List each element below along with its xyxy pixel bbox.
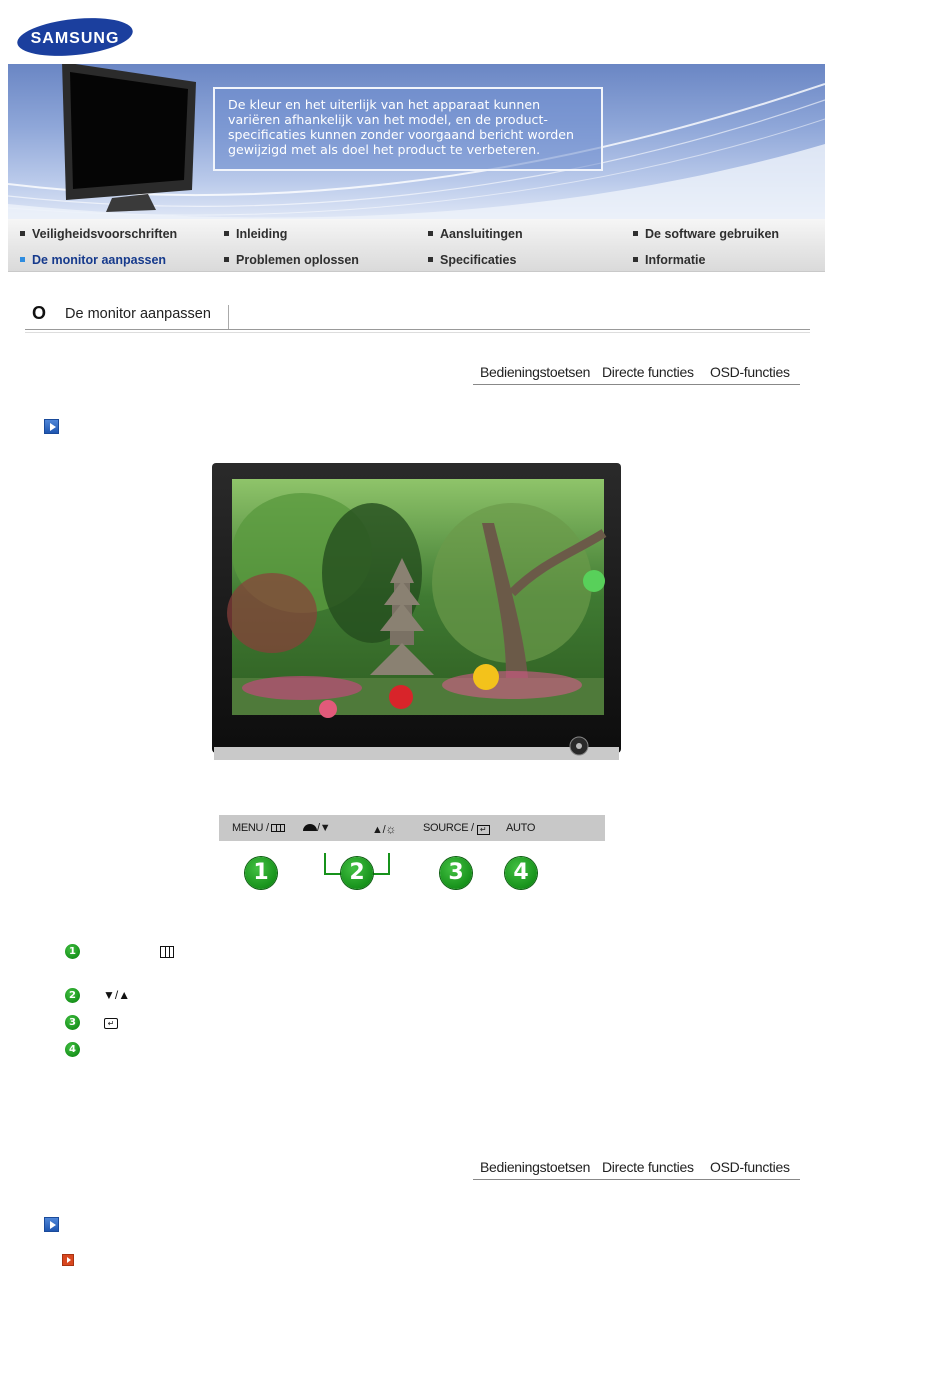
section-arrow-icon <box>44 419 59 434</box>
nav-label: Inleiding <box>236 227 288 241</box>
callout-2: 2 <box>341 857 373 889</box>
tab-osd-functies[interactable]: OSD-functies <box>710 1159 790 1175</box>
menu-label: MENU / <box>232 822 272 834</box>
nav-label: De monitor aanpassen <box>32 253 167 267</box>
nav-label: Veiligheidsvoorschriften <box>32 227 178 241</box>
bullet-icon <box>20 231 25 236</box>
samsung-logo: SAMSUNG <box>17 18 133 56</box>
down-label: /▼ <box>317 822 331 834</box>
magic-down-button[interactable]: /▼ <box>303 822 331 834</box>
page-title: De monitor aanpassen <box>65 306 211 322</box>
tab-bar-top: Bedieningstoetsen Directe functies OSD-f… <box>473 364 800 385</box>
nav-item-inleiding[interactable]: Inleiding <box>224 227 287 241</box>
bullet-icon <box>428 257 433 262</box>
banner: De kleur en het uiterlijk van het appara… <box>8 64 825 219</box>
bullet-icon <box>20 257 25 262</box>
notice-line: specificaties kunnen zonder voorgaand be… <box>228 127 575 142</box>
nav-item-problemen-oplossen[interactable]: Problemen oplossen <box>224 253 359 267</box>
nav-item-specificaties[interactable]: Specificaties <box>428 253 516 267</box>
bullet-icon <box>633 231 638 236</box>
product-notice: De kleur en het uiterlijk van het appara… <box>213 87 603 171</box>
page-title-marker: O <box>32 303 47 323</box>
list-number-2: 2 <box>65 988 80 1003</box>
enter-icon: ↵ <box>476 825 490 835</box>
tab-osd-functies[interactable]: OSD-functies <box>710 364 790 380</box>
list-number-1: 1 <box>65 944 80 959</box>
list-number-4: 4 <box>65 1042 80 1057</box>
nav-label: Aansluitingen <box>440 227 523 241</box>
nav-label: Problemen oplossen <box>236 253 359 267</box>
nav-label: Specificaties <box>440 253 517 267</box>
up-brightness-button[interactable]: ▲/☼ <box>372 822 396 836</box>
subsection-arrow-icon <box>62 1254 74 1266</box>
nav-item-aansluitingen[interactable]: Aansluitingen <box>428 227 523 241</box>
nav-item-monitor-aanpassen[interactable]: De monitor aanpassen <box>20 253 166 267</box>
section-arrow-icon <box>44 1217 59 1232</box>
notice-line: variëren afhankelijk van het model, en d… <box>228 112 548 127</box>
bullet-icon <box>224 257 229 262</box>
down-up-arrows-icon: ▼/▲ <box>103 988 131 1002</box>
notice-line: gewijzigd met als doel het product te ve… <box>228 142 541 157</box>
main-nav: Veiligheidsvoorschriften Inleiding Aansl… <box>8 219 825 272</box>
title-divider <box>228 305 229 329</box>
callout-3: 3 <box>440 857 472 889</box>
list-number-3: 3 <box>65 1015 80 1030</box>
control-buttons-bar: MENU / /▼ ▲/☼ SOURCE / ↵ AUTO <box>219 815 605 841</box>
tab-bedieningstoetsen[interactable]: Bedieningstoetsen <box>480 1159 590 1175</box>
nav-label: Informatie <box>645 253 706 267</box>
callout-1: 1 <box>245 857 277 889</box>
bullet-icon <box>633 257 638 262</box>
tab-directe-functies[interactable]: Directe functies <box>602 1159 694 1175</box>
source-button[interactable]: SOURCE / ↵ <box>423 822 490 835</box>
menu-button[interactable]: MENU / <box>232 822 286 834</box>
nav-label: De software gebruiken <box>645 227 780 241</box>
auto-button[interactable]: AUTO <box>506 822 535 834</box>
magicbright-icon <box>303 824 317 831</box>
up-label: ▲/ <box>372 824 386 836</box>
menu-icon <box>160 946 174 958</box>
bullet-icon <box>428 231 433 236</box>
nav-item-veiligheidsvoorschriften[interactable]: Veiligheidsvoorschriften <box>20 227 177 241</box>
tab-bedieningstoetsen[interactable]: Bedieningstoetsen <box>480 364 590 380</box>
callout-4: 4 <box>505 857 537 889</box>
source-label: SOURCE / <box>423 822 477 834</box>
notice-line: De kleur en het uiterlijk van het appara… <box>228 97 541 112</box>
nav-item-software[interactable]: De software gebruiken <box>633 227 779 241</box>
tab-bar-bottom: Bedieningstoetsen Directe functies OSD-f… <box>473 1159 800 1180</box>
tab-directe-functies[interactable]: Directe functies <box>602 364 694 380</box>
enter-icon: ↵ <box>104 1018 118 1029</box>
brightness-icon: ☼ <box>385 822 397 836</box>
nav-item-informatie[interactable]: Informatie <box>633 253 705 267</box>
title-underline-shadow <box>25 332 810 333</box>
menu-icon <box>271 824 286 832</box>
monitor-front-image <box>212 463 621 760</box>
title-underline <box>25 329 810 330</box>
logo-text: SAMSUNG <box>31 30 120 47</box>
bullet-icon <box>224 231 229 236</box>
banner-monitor-image <box>62 64 196 212</box>
